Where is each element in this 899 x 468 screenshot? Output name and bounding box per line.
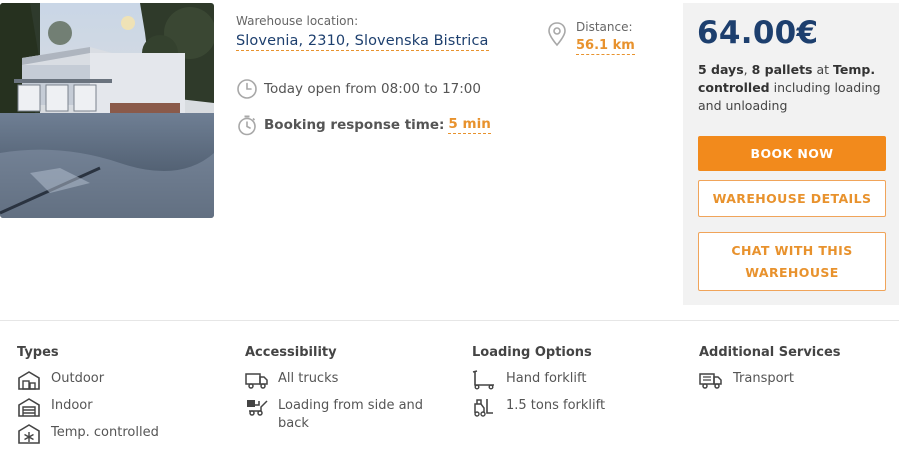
- feature-label: 1.5 tons forklift: [506, 398, 606, 413]
- booking-response: Booking response time: 5 min: [236, 114, 491, 136]
- feature-item: Transport: [699, 370, 883, 390]
- stopwatch-icon: [238, 115, 256, 136]
- truck-icon: [245, 373, 268, 389]
- warehouse-details-button[interactable]: WAREHOUSE DETAILS: [698, 180, 886, 217]
- accessibility-title: Accessibility: [245, 345, 337, 360]
- offer-panel: 64.00€ 5 days, 8 pallets at Temp. contro…: [683, 3, 899, 305]
- book-now-button[interactable]: BOOK NOW: [698, 136, 886, 171]
- feature-label: Indoor: [51, 398, 93, 413]
- opening-hours: Today open from 08:00 to 17:00: [236, 78, 481, 100]
- feature-item: Temp. controlled: [17, 424, 201, 444]
- offer-description: 5 days, 8 pallets at Temp. controlled in…: [698, 61, 893, 115]
- indoor-warehouse-icon: [18, 398, 40, 417]
- loading-options-title: Loading Options: [472, 345, 592, 360]
- feature-label: Loading from side and back: [278, 398, 424, 431]
- forklift-icon: [474, 399, 493, 417]
- chat-with-warehouse-button[interactable]: CHAT WITH THIS WAREHOUSE: [698, 232, 886, 291]
- feature-item: All trucks: [245, 370, 428, 390]
- side-loading-icon: [247, 400, 268, 416]
- offer-pallets: 8 pallets: [751, 62, 813, 77]
- offer-days: 5 days: [698, 62, 744, 77]
- additional-services-section: Additional Services Transport: [699, 345, 883, 397]
- hand-forklift-icon: [472, 370, 494, 390]
- types-section: Types Outdoor Indoor Temp. controlled: [17, 345, 201, 451]
- booking-response-label: Booking response time:: [264, 117, 445, 133]
- clock-icon: [237, 79, 257, 99]
- warehouse-photo[interactable]: [0, 3, 214, 218]
- listing-info: Warehouse location: Slovenia, 2310, Slov…: [236, 14, 536, 136]
- feature-item: Hand forklift: [472, 370, 656, 390]
- offer-sep: ,: [743, 62, 752, 77]
- location-link[interactable]: Slovenia, 2310, Slovenska Bistrica: [236, 33, 489, 51]
- transport-truck-icon: [699, 373, 722, 389]
- location-label: Warehouse location:: [236, 14, 359, 28]
- loading-options-section: Loading Options Hand forklift 1.5 tons f…: [472, 345, 656, 424]
- price: 64.00€: [697, 15, 819, 51]
- feature-label: Hand forklift: [506, 371, 587, 386]
- distance-value[interactable]: 56.1 km: [576, 38, 635, 55]
- feature-item: 1.5 tons forklift: [472, 397, 656, 417]
- distance-label: Distance:: [576, 20, 633, 34]
- map-pin-icon: [548, 22, 566, 47]
- feature-item: Loading from side and back: [245, 397, 428, 433]
- feature-label: Temp. controlled: [51, 425, 159, 440]
- feature-label: Outdoor: [51, 371, 105, 386]
- feature-item: Indoor: [17, 397, 201, 417]
- feature-label: All trucks: [278, 371, 339, 386]
- booking-response-value[interactable]: 5 min: [448, 116, 491, 134]
- opening-hours-text: Today open from 08:00 to 17:00: [264, 81, 481, 97]
- section-divider: [0, 320, 899, 321]
- feature-label: Transport: [733, 371, 795, 386]
- feature-item: Outdoor: [17, 370, 201, 390]
- distance: Distance: 56.1 km: [546, 20, 635, 55]
- snowflake-icon: [18, 424, 40, 444]
- accessibility-section: Accessibility All trucks Loading from si…: [245, 345, 428, 440]
- outdoor-warehouse-icon: [18, 371, 40, 390]
- offer-at: at: [812, 62, 834, 77]
- types-title: Types: [17, 345, 59, 360]
- additional-services-title: Additional Services: [699, 345, 841, 360]
